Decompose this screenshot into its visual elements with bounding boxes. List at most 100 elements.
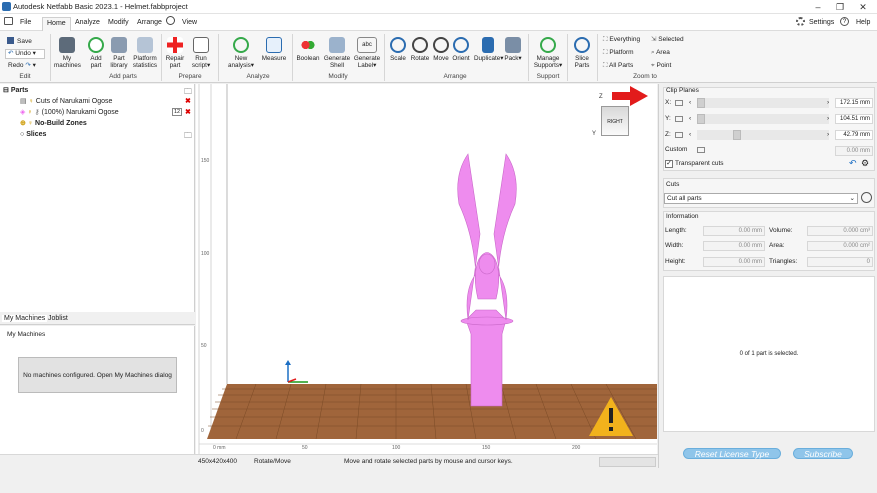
add-icon <box>88 37 104 53</box>
slider-left-icon[interactable]: ‹ <box>689 115 691 122</box>
tree-item-no-build-zones[interactable]: ⊕ ♀ No-Build Zones <box>20 119 87 129</box>
tab-joblist[interactable]: Joblist <box>48 315 68 322</box>
gear-icon[interactable] <box>796 17 805 26</box>
gear-icon[interactable]: ⚙ <box>861 158 869 169</box>
close-button[interactable]: ✕ <box>855 1 871 13</box>
undo-button[interactable]: ↶ Undo ▾ <box>5 49 45 59</box>
zoom-all-parts-icon: ⛶ <box>603 62 608 69</box>
folder-icon[interactable]: 🗀 <box>184 130 192 144</box>
chevron-down-icon: ⌄ <box>849 195 855 202</box>
zoom-everything-button[interactable]: ⛶ Everything <box>603 36 640 44</box>
measure-button[interactable]: Measure <box>260 37 288 62</box>
clip-custom-toggle[interactable] <box>697 147 705 153</box>
viewport-3d[interactable]: 150 100 50 0 0 mm 50 100 150 200 RIGHT Z… <box>196 84 657 454</box>
generate-label-button[interactable]: abc Generate Label▾ <box>353 37 381 69</box>
help-icon[interactable]: ? <box>840 17 849 26</box>
tree-item-slices[interactable]: ○ Slices <box>20 130 46 140</box>
generate-shell-button[interactable]: Generate Shell <box>323 37 351 69</box>
clip-x-input[interactable]: 172.15 mm <box>835 98 873 108</box>
cuts-select[interactable]: Cut all parts ⌄ <box>664 193 858 204</box>
settings-button[interactable]: Settings <box>809 17 834 31</box>
clip-y-input[interactable]: 104.51 mm <box>835 114 873 124</box>
pack-button[interactable]: Pack▾ <box>504 37 522 62</box>
slider-left-icon[interactable]: ‹ <box>689 99 691 106</box>
group-prepare-label: Prepare <box>178 73 202 80</box>
subscribe-button[interactable]: Subscribe <box>793 448 853 459</box>
save-button[interactable]: Save <box>7 37 32 46</box>
maximize-button[interactable]: ❐ <box>832 1 848 13</box>
tick-x-50: 50 <box>302 445 308 451</box>
slider-right-icon[interactable]: › <box>827 115 829 122</box>
tab-my-machines[interactable]: My Machines <box>2 315 48 322</box>
part-icon: ◈ <box>20 109 26 116</box>
clip-y-slider[interactable] <box>697 114 829 124</box>
tab-view[interactable]: View <box>182 17 197 31</box>
view-cube[interactable]: RIGHT <box>601 106 629 136</box>
scale-icon <box>390 37 406 53</box>
zoom-selected-button[interactable]: ⇲ Selected <box>651 36 684 44</box>
zoom-platform-button[interactable]: ⛶ Platform <box>603 49 634 57</box>
reset-icon[interactable]: ↶ <box>849 158 857 169</box>
divider <box>384 34 385 81</box>
title-bar: Autodesk Netfabb Basic 2023.1 - Helmet.f… <box>0 0 877 14</box>
redo-button[interactable]: Redo ↷ ▾ <box>8 62 36 70</box>
new-analysis-button[interactable]: New analysis▾ <box>226 37 256 69</box>
move-icon <box>433 37 449 53</box>
zoom-point-button[interactable]: ⌖ Point <box>651 62 671 70</box>
clip-x-label: X: <box>665 99 672 106</box>
slider-right-icon[interactable]: › <box>827 131 829 138</box>
folder-icon[interactable] <box>4 17 13 25</box>
minimize-button[interactable]: – <box>810 1 826 13</box>
tab-arrange[interactable]: Arrange <box>137 17 162 31</box>
platform-statistics-button[interactable]: Platform statistics <box>131 37 159 69</box>
zoom-area-button[interactable]: ⌕ Area <box>651 49 670 57</box>
manage-supports-button[interactable]: Manage Supports▾ <box>532 37 564 69</box>
scale-button[interactable]: Scale <box>388 37 408 62</box>
clip-y-toggle[interactable] <box>675 116 683 122</box>
zoom-all-parts-button[interactable]: ⛶ All Parts <box>603 62 633 70</box>
tick-x-0: 0 mm <box>213 445 226 451</box>
repair-part-button[interactable]: Repair part <box>164 37 186 69</box>
rotate-icon <box>412 37 428 53</box>
part-model[interactable] <box>457 153 517 407</box>
clip-z-toggle[interactable] <box>675 132 683 138</box>
clip-y-label: Y: <box>665 115 671 122</box>
remove-icon[interactable]: ✖ <box>185 108 191 116</box>
clip-z-input[interactable]: 42.79 mm <box>835 130 873 140</box>
tab-file[interactable]: File <box>20 17 31 31</box>
clip-custom-input[interactable]: 0.00 mm <box>835 146 873 156</box>
remove-icon[interactable]: ✖ <box>185 97 191 105</box>
run-script-button[interactable]: Run script▾ <box>190 37 212 69</box>
tab-modify[interactable]: Modify <box>108 17 129 31</box>
reset-license-button[interactable]: Reset License Type <box>683 448 781 459</box>
machine-icon <box>59 37 75 53</box>
tab-analyze[interactable]: Analyze <box>75 17 100 31</box>
status-mode: Rotate/Move <box>254 458 291 465</box>
tree-item-cuts[interactable]: ▤ ♀ Cuts of Narukami Ogose <box>20 97 112 107</box>
search-icon[interactable] <box>166 16 175 25</box>
rotate-button[interactable]: Rotate <box>409 37 431 62</box>
tree-item-parts[interactable]: ⊟ Parts <box>3 86 28 96</box>
tree-item-part[interactable]: ◈ ♀ ⚷ (100%) Narukami Ogose <box>20 108 119 118</box>
cut-action-icon[interactable] <box>861 192 872 203</box>
clip-z-slider[interactable] <box>697 130 829 140</box>
slider-right-icon[interactable]: › <box>827 99 829 106</box>
transparent-cuts-checkbox[interactable]: ✓ <box>665 160 673 168</box>
clip-x-toggle[interactable] <box>675 100 683 106</box>
slice-parts-button[interactable]: Slice Parts <box>570 37 594 69</box>
group-addparts-label: Add parts <box>109 73 137 80</box>
boolean-button[interactable]: Boolean <box>295 37 321 62</box>
orient-button[interactable]: Orient <box>451 37 471 62</box>
duplicate-button[interactable]: Duplicate▾ <box>474 37 503 62</box>
add-part-button[interactable]: Add part <box>86 37 106 69</box>
my-machines-button[interactable]: My machines <box>54 37 81 69</box>
slider-left-icon[interactable]: ‹ <box>689 131 691 138</box>
move-button[interactable]: Move <box>432 37 450 62</box>
help-button[interactable]: Help <box>856 17 870 31</box>
orient-icon <box>453 37 469 53</box>
tab-home[interactable]: Home <box>42 17 71 31</box>
clip-x-slider[interactable] <box>697 98 829 108</box>
part-library-button[interactable]: Part library <box>108 37 130 69</box>
open-machines-button[interactable]: No machines configured. Open My Machines… <box>18 357 177 393</box>
parts-panel: ⊟ Parts 🗀 ▤ ♀ Cuts of Narukami Ogose ✖ ◈… <box>0 84 195 312</box>
